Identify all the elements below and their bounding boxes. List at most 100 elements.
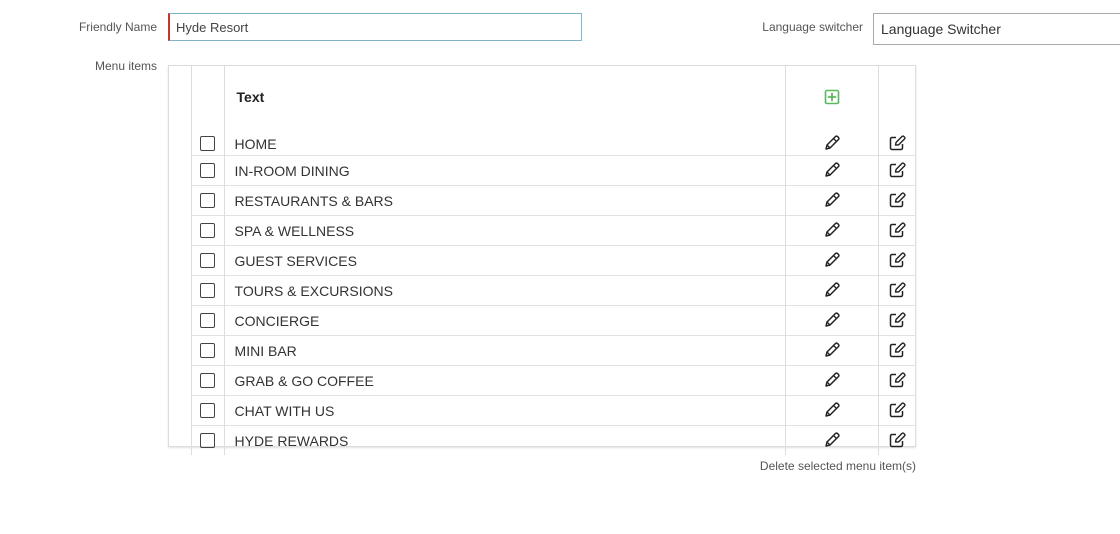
row-checkbox[interactable] <box>200 282 216 298</box>
table-row: MINI BAR <box>191 335 916 366</box>
row-edit-alt-cell <box>877 365 916 396</box>
pencil-icon[interactable] <box>823 401 841 419</box>
menu-items-table: Text HOME IN-ROOM DINING RESTAURANTS & BAR… <box>191 66 916 455</box>
pencil-icon[interactable] <box>823 431 841 449</box>
edit-square-icon[interactable] <box>888 401 906 419</box>
table-row: RESTAURANTS & BARS <box>191 185 916 216</box>
row-edit-cell <box>784 335 878 366</box>
friendly-name-input[interactable] <box>168 13 582 41</box>
row-checkbox[interactable] <box>200 135 216 151</box>
row-checkbox[interactable] <box>200 162 216 178</box>
pencil-icon[interactable] <box>823 221 841 239</box>
menu-item-text: GUEST SERVICES <box>224 245 785 276</box>
row-check-cell <box>191 215 225 246</box>
menu-items-label: Menu items <box>94 59 157 73</box>
row-check-cell <box>191 395 225 426</box>
plus-square-icon[interactable] <box>823 88 841 106</box>
delete-selected-button[interactable]: Delete selected menu item(s) <box>700 459 916 473</box>
row-check-cell <box>191 155 225 186</box>
menu-item-text: RESTAURANTS & BARS <box>224 185 785 216</box>
row-check-cell <box>191 425 225 455</box>
edit-square-icon[interactable] <box>888 371 906 389</box>
row-check-cell <box>191 335 225 366</box>
row-edit-cell <box>784 425 878 455</box>
menu-item-text: MINI BAR <box>224 335 785 366</box>
pencil-icon[interactable] <box>823 311 841 329</box>
pencil-icon[interactable] <box>823 371 841 389</box>
edit-square-icon[interactable] <box>888 341 906 359</box>
row-checkbox[interactable] <box>200 222 216 238</box>
row-checkbox[interactable] <box>200 192 216 208</box>
row-edit-alt-cell <box>877 305 916 336</box>
row-checkbox[interactable] <box>200 402 216 418</box>
menu-items-panel: Text HOME IN-ROOM DINING RESTAURANTS & BAR… <box>168 65 916 455</box>
language-switcher-label: Language switcher <box>762 20 863 34</box>
table-row: TOURS & EXCURSIONS <box>191 275 916 306</box>
table-row: CONCIERGE <box>191 305 916 336</box>
row-edit-alt-cell <box>877 395 916 426</box>
edit-square-icon[interactable] <box>888 251 906 269</box>
row-edit-cell <box>784 365 878 396</box>
row-edit-cell <box>784 395 878 426</box>
row-edit-alt-cell <box>877 425 916 455</box>
row-edit-cell <box>784 305 878 336</box>
edit-square-icon[interactable] <box>888 161 906 179</box>
pencil-icon[interactable] <box>823 341 841 359</box>
row-edit-alt-cell <box>877 275 916 306</box>
menu-item-text: SPA & WELLNESS <box>224 215 785 246</box>
row-checkbox[interactable] <box>200 372 216 388</box>
menu-item-text: IN-ROOM DINING <box>224 155 785 186</box>
row-edit-cell <box>784 275 878 306</box>
row-edit-cell <box>784 245 878 276</box>
table-row: GUEST SERVICES <box>191 245 916 276</box>
column-header-text: Text <box>236 89 265 105</box>
header-check-cell <box>191 66 225 128</box>
menu-item-text: CONCIERGE <box>224 305 785 336</box>
row-edit-alt-cell <box>877 335 916 366</box>
row-check-cell <box>191 365 225 396</box>
row-edit-alt-cell <box>877 128 916 156</box>
menu-item-text: GRAB & GO COFFEE <box>224 365 785 396</box>
row-checkbox[interactable] <box>200 432 216 448</box>
row-edit-alt-cell <box>877 245 916 276</box>
header-add-cell <box>784 66 878 128</box>
edit-square-icon[interactable] <box>888 134 906 152</box>
pencil-icon[interactable] <box>823 161 841 179</box>
row-checkbox[interactable] <box>200 312 216 328</box>
row-checkbox[interactable] <box>200 342 216 358</box>
menu-item-text: CHAT WITH US <box>224 395 785 426</box>
friendly-name-label: Friendly Name <box>78 20 157 34</box>
table-row: HYDE REWARDS <box>191 425 916 455</box>
row-check-cell <box>191 185 225 216</box>
row-edit-cell <box>784 185 878 216</box>
row-edit-cell <box>784 215 878 246</box>
row-edit-alt-cell <box>877 155 916 186</box>
language-switcher-input[interactable] <box>873 13 1120 45</box>
edit-square-icon[interactable] <box>888 431 906 449</box>
header-empty-cell <box>877 66 916 128</box>
table-row: GRAB & GO COFFEE <box>191 365 916 396</box>
table-row: IN-ROOM DINING <box>191 155 916 186</box>
pencil-icon[interactable] <box>823 191 841 209</box>
row-checkbox[interactable] <box>200 252 216 268</box>
edit-square-icon[interactable] <box>888 311 906 329</box>
menu-item-text: HYDE REWARDS <box>224 425 785 455</box>
edit-square-icon[interactable] <box>888 191 906 209</box>
row-check-cell <box>191 275 225 306</box>
table-row: SPA & WELLNESS <box>191 215 916 246</box>
pencil-icon[interactable] <box>823 134 841 152</box>
menu-item-text: HOME <box>234 135 277 152</box>
menu-items-body: HOME IN-ROOM DINING RESTAURANTS & BARS SPA … <box>191 128 916 455</box>
table-row: HOME <box>191 128 916 156</box>
row-check-cell <box>191 128 225 156</box>
table-row: CHAT WITH US <box>191 395 916 426</box>
row-edit-cell <box>784 128 878 156</box>
menu-item-text: TOURS & EXCURSIONS <box>224 275 785 306</box>
table-header-row: Text <box>191 66 916 128</box>
pencil-icon[interactable] <box>823 281 841 299</box>
row-edit-cell <box>784 155 878 186</box>
row-edit-alt-cell <box>877 215 916 246</box>
edit-square-icon[interactable] <box>888 221 906 239</box>
pencil-icon[interactable] <box>823 251 841 269</box>
edit-square-icon[interactable] <box>888 281 906 299</box>
